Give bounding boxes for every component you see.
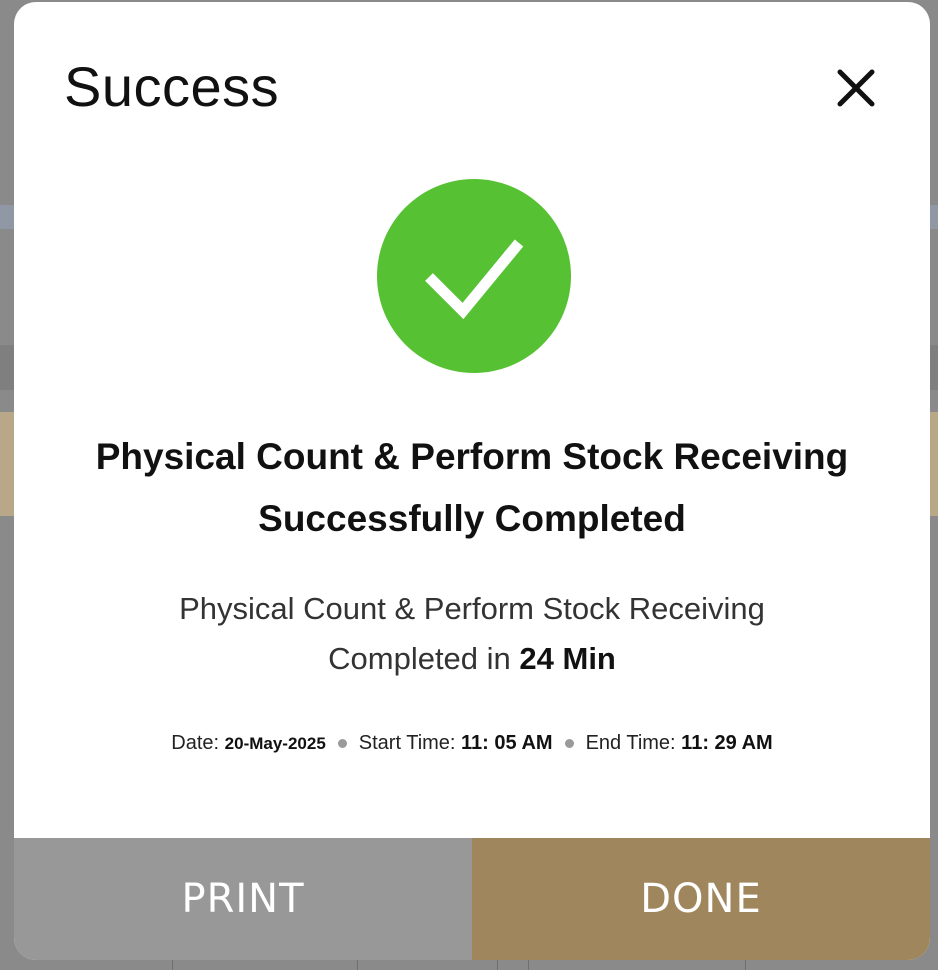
background-divider — [172, 960, 173, 970]
background-divider — [745, 960, 746, 970]
headline-line-1: Physical Count & Perform Stock Receiving — [95, 436, 849, 477]
dialog-title: Success — [64, 55, 280, 118]
background-divider — [357, 960, 358, 970]
completion-summary: Physical Count & Perform Stock Receiving… — [14, 584, 930, 684]
headline-line-2: Successfully Completed — [258, 498, 686, 539]
close-button[interactable] — [830, 62, 882, 114]
print-button[interactable]: PRINT — [14, 838, 472, 960]
success-status-badge — [377, 179, 571, 373]
end-time-value: 11: 29 AM — [681, 732, 773, 754]
date-label: Date: — [171, 732, 225, 754]
date-value: 20-May-2025 — [224, 734, 326, 753]
close-icon — [837, 69, 875, 107]
summary-prefix: Completed in — [328, 641, 520, 676]
background-divider — [497, 960, 498, 970]
separator-dot — [337, 739, 347, 749]
success-headline: Physical Count & Perform Stock Receiving… — [14, 426, 930, 550]
start-time-label: Start Time: — [358, 732, 462, 754]
start-time-value: 11: 05 AM — [461, 732, 553, 754]
dialog-actions: PRINT DONE — [14, 838, 930, 960]
summary-line-1: Physical Count & Perform Stock Receiving — [179, 591, 765, 626]
duration-value: 24 Min — [519, 641, 616, 676]
success-dialog: Success Physical Count & Perform Stock R… — [14, 2, 930, 960]
background-divider — [528, 960, 529, 970]
separator-dot — [564, 739, 574, 749]
checkmark-icon — [425, 239, 524, 320]
summary-line-2: Completed in 24 Min — [14, 634, 930, 684]
done-button[interactable]: DONE — [472, 838, 930, 960]
timing-details: Date: 20-May-2025 Start Time: 11: 05 AM En… — [14, 732, 930, 755]
end-time-label: End Time: — [585, 732, 682, 754]
